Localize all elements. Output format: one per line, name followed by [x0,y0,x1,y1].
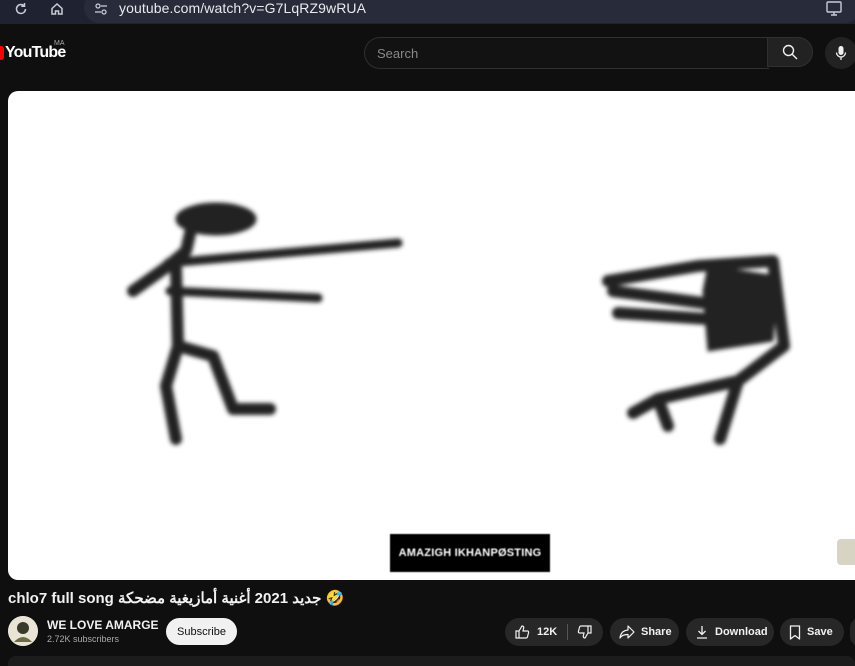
channel-watermark-icon[interactable] [837,539,855,565]
home-icon[interactable] [47,0,67,18]
browser-toolbar: youtube.com/watch?v=G7LqRZ9wRUA [0,0,855,24]
tune-icon[interactable] [94,2,108,20]
save-button[interactable]: Save [780,618,844,646]
search-button[interactable] [767,37,813,67]
cast-icon[interactable] [825,0,843,21]
country-code: MA [54,40,65,47]
save-icon [789,624,801,640]
description-box[interactable] [8,656,855,666]
search-box[interactable] [364,37,769,69]
video-watermark: AMAZIGH IKHANPØSTING [390,534,550,572]
mic-icon [835,46,847,60]
dislike-icon [577,625,592,639]
like-count: 12K [537,626,558,638]
subscribe-button[interactable]: Subscribe [166,618,237,645]
address-bar[interactable]: youtube.com/watch?v=G7LqRZ9wRUA [84,0,855,23]
share-button[interactable]: Share [610,618,679,646]
video-frame-figures [127,202,790,445]
channel-name[interactable]: WE LOVE AMARGE [47,618,159,632]
like-dislike-group: 12K [505,618,603,646]
like-icon [515,625,530,639]
youtube-play-icon [0,46,4,60]
more-actions-button[interactable] [850,618,855,646]
search-input[interactable] [365,38,769,68]
avatar-image [8,616,38,646]
download-button[interactable]: Download [686,618,774,646]
url-text[interactable]: youtube.com/watch?v=G7LqRZ9wRUA [119,0,366,16]
reload-icon[interactable] [11,0,31,18]
like-button[interactable]: 12K [505,618,557,646]
share-label: Share [641,626,672,638]
share-icon [619,625,635,639]
youtube-logo[interactable]: YouTube MA [0,40,66,62]
channel-avatar[interactable] [8,616,38,646]
voice-search-button[interactable] [825,37,855,69]
save-label: Save [807,626,833,638]
search-icon [782,44,798,60]
video-title: chlo7 full song جديد 2021 أغنية أمازيغية… [8,590,345,607]
download-label: Download [715,626,768,638]
dislike-button[interactable] [568,618,593,646]
youtube-header: YouTube MA [0,24,855,80]
watermark-text: AMAZIGH IKHANPØSTING [398,547,542,559]
video-player[interactable]: AMAZIGH IKHANPØSTING [8,91,855,580]
download-icon [697,626,707,639]
subscriber-count: 2.72K subscribers [47,634,120,644]
